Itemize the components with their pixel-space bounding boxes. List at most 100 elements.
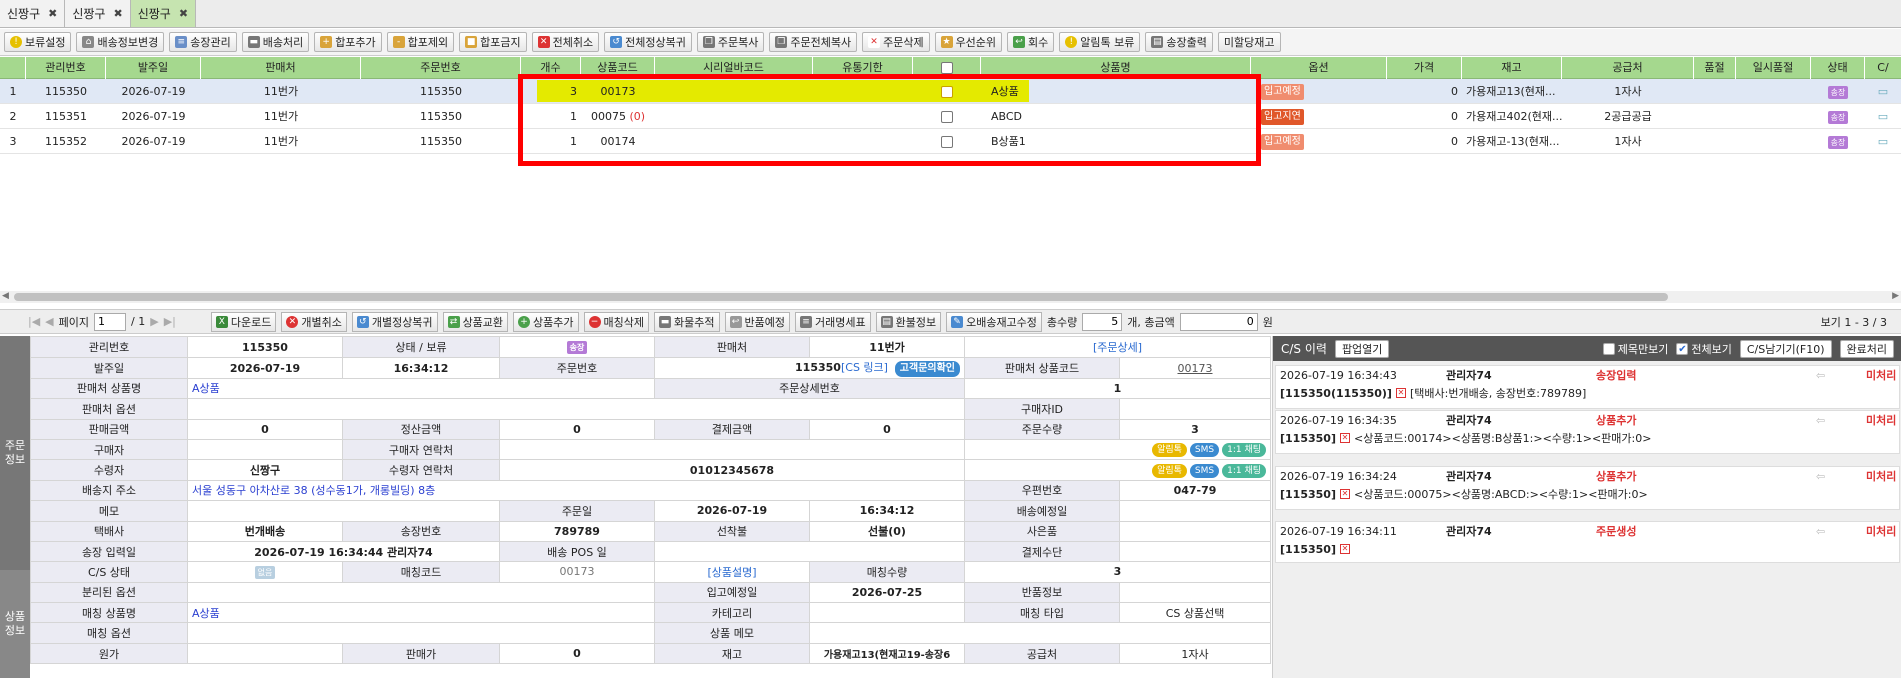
- pin-icon[interactable]: ⇦: [1816, 470, 1825, 483]
- col-header-stock[interactable]: 재고: [1462, 57, 1562, 79]
- order-detail-link[interactable]: [주문상세]: [963, 335, 1272, 359]
- cs-history-item[interactable]: 2026-07-19 16:34:43 관리자74 송장입력 ⇦ 미처리 [115350…: [1275, 365, 1900, 409]
- close-icon[interactable]: ✖: [48, 7, 57, 20]
- col-header-shop[interactable]: 판매처: [201, 57, 361, 79]
- scroll-right-icon[interactable]: ▶: [1892, 291, 1899, 301]
- col-header-temp-soldout[interactable]: 일시품절: [1736, 57, 1811, 79]
- shop-code-link[interactable]: 00173: [1118, 357, 1272, 379]
- last-page-icon[interactable]: ▶|: [164, 315, 176, 328]
- unassigned-stock-button[interactable]: 미할당재고: [1217, 32, 1281, 52]
- cs-history-item[interactable]: 2026-07-19 16:34:11 관리자74 주문생성 ⇦ 미처리 [115350…: [1275, 521, 1900, 563]
- match-delete-button[interactable]: − 매칭삭제: [583, 311, 650, 332]
- chat-button[interactable]: 1:1 채팅: [1222, 443, 1267, 458]
- pin-icon[interactable]: ⇦: [1816, 525, 1825, 538]
- bundle-remove-button[interactable]: - 합포제외: [386, 32, 455, 52]
- total-qty-field[interactable]: [1082, 312, 1123, 331]
- restore-all-button[interactable]: ↺ 전체정상복귀: [604, 32, 692, 52]
- alimtalk-button[interactable]: 알림톡: [1152, 443, 1187, 458]
- label: 발주일: [30, 357, 188, 379]
- pin-icon[interactable]: ⇦: [1816, 414, 1825, 427]
- cs-leave-button[interactable]: C/S남기기(F10): [1739, 339, 1832, 358]
- subject-only-toggle[interactable]: 제목만보기: [1602, 341, 1668, 357]
- cs-icon[interactable]: ▭: [1865, 104, 1901, 129]
- delivery-process-button[interactable]: ▬ 배송처리: [241, 32, 310, 52]
- view-all-checkbox[interactable]: ✔: [1676, 342, 1689, 355]
- close-icon[interactable]: ✖: [113, 7, 122, 20]
- pin-icon[interactable]: ⇦: [1816, 369, 1825, 382]
- bundle-block-button[interactable]: ■ 합포금지: [459, 32, 527, 52]
- order-copy-all-button[interactable]: ❐ 주문전체복사: [769, 32, 858, 52]
- done-button[interactable]: 완료처리: [1839, 339, 1894, 358]
- customer-inquiry-button[interactable]: 고객문의확인: [894, 361, 960, 378]
- hold-setting-button[interactable]: ! 보류설정: [4, 32, 72, 52]
- delivery-info-change-button[interactable]: ⌂ 배송정보변경: [76, 32, 165, 52]
- download-button[interactable]: X 다운로드: [210, 311, 277, 332]
- delete-icon[interactable]: ✕: [1339, 433, 1350, 443]
- cs-icon[interactable]: ▭: [1865, 129, 1901, 154]
- sms-button[interactable]: SMS: [1189, 443, 1220, 458]
- col-header-status[interactable]: 상태: [1811, 57, 1865, 79]
- label: 정산금액: [342, 418, 500, 440]
- invoice-manage-button[interactable]: ≡ 송장관리: [169, 32, 237, 52]
- cs-history-item[interactable]: 2026-07-19 16:34:35 관리자74 상품추가 ⇦ 미처리 [115350…: [1275, 410, 1900, 454]
- individual-restore-button[interactable]: ↺ 개별정상복귀: [351, 311, 438, 332]
- bundle-add-button[interactable]: + 합포추가: [314, 32, 382, 52]
- cs-history-item[interactable]: 2026-07-19 16:34:24 관리자74 상품추가 ⇦ 미처리 [115350…: [1275, 466, 1900, 510]
- chat-button[interactable]: 1:1 채팅: [1222, 463, 1267, 478]
- view-all-toggle[interactable]: ✔ 전체보기: [1676, 341, 1732, 357]
- page-input[interactable]: [94, 312, 127, 331]
- alimtalk-button[interactable]: 알림톡: [1152, 463, 1187, 478]
- select-all-checkbox[interactable]: [940, 62, 953, 74]
- cs-icon[interactable]: ▭: [1865, 79, 1901, 104]
- product-exchange-button[interactable]: ⇄ 상품교환: [442, 311, 509, 332]
- product-add-button[interactable]: + 상품추가: [513, 311, 579, 332]
- return-plan-button[interactable]: ↩ 반품예정: [724, 311, 790, 332]
- delete-icon[interactable]: ✕: [1339, 544, 1350, 554]
- prev-page-icon[interactable]: ◀: [45, 315, 53, 328]
- freight-track-button[interactable]: ▬ 화물추적: [654, 311, 720, 332]
- order-copy-button[interactable]: ❐ 주문복사: [696, 32, 765, 52]
- col-header-order[interactable]: 주문번호: [361, 57, 521, 79]
- next-page-icon[interactable]: ▶: [150, 315, 158, 328]
- subject-only-checkbox[interactable]: [1602, 342, 1615, 355]
- order-delete-button[interactable]: ✕ 주문삭제: [862, 32, 930, 52]
- col-header-option[interactable]: 옵션: [1251, 57, 1387, 79]
- invoice-print-button[interactable]: ▤ 송장출력: [1145, 32, 1213, 52]
- statement-button[interactable]: ≡ 거래명세표: [794, 311, 871, 332]
- tab-3-active[interactable]: 신짱구 ✖: [130, 0, 197, 27]
- col-header-price[interactable]: 가격: [1387, 57, 1462, 79]
- cell-order: 115350: [420, 85, 462, 98]
- retrieve-button[interactable]: ↩ 회수: [1007, 32, 1055, 52]
- col-header-mgmt[interactable]: 관리번호: [26, 57, 106, 79]
- delete-icon[interactable]: ✕: [1339, 489, 1350, 499]
- horizontal-scrollbar[interactable]: ◀ ▶: [0, 291, 1901, 303]
- scroll-thumb[interactable]: [14, 293, 1668, 301]
- first-page-icon[interactable]: |◀: [28, 315, 40, 328]
- settle-amount: 0: [499, 418, 655, 440]
- pager-bar: |◀ ◀ 페이지 / 1 ▶ ▶| X다운로드 ✕개별취소 ↺개별정상복귀 ⇄상…: [0, 309, 1901, 334]
- refund-info-button[interactable]: ▤ 환불정보: [875, 311, 942, 332]
- alimtalk-hold-button[interactable]: ! 알림톡 보류: [1059, 32, 1141, 52]
- col-header-date[interactable]: 발주일: [106, 57, 201, 79]
- priority-button[interactable]: ★ 우선순위: [934, 32, 1003, 52]
- misdelivery-stock-button[interactable]: ✎ 오배송재고수정: [946, 311, 1042, 332]
- delete-icon[interactable]: ✕: [1395, 388, 1406, 398]
- close-icon[interactable]: ✖: [179, 7, 188, 20]
- label: 관리번호: [30, 335, 188, 359]
- popup-open-button[interactable]: 팝업열기: [1334, 339, 1390, 358]
- product-desc-link[interactable]: [상품설명]: [654, 561, 810, 583]
- cancel-all-button[interactable]: ✕ 전체취소: [531, 32, 600, 52]
- total-amount-field[interactable]: [1179, 312, 1258, 331]
- cs-link[interactable]: [CS 링크]: [841, 361, 888, 374]
- label: 상품 메모: [654, 622, 810, 644]
- individual-cancel-button[interactable]: ✕ 개별취소: [281, 311, 347, 332]
- pay-method-value: [1118, 540, 1272, 563]
- col-header-cs[interactable]: C/: [1865, 57, 1901, 79]
- tab-1[interactable]: 신짱구 ✖: [0, 0, 66, 27]
- scroll-left-icon[interactable]: ◀: [2, 291, 9, 301]
- label: 재고: [654, 642, 810, 665]
- tab-2[interactable]: 신짱구 ✖: [65, 0, 131, 27]
- sms-button[interactable]: SMS: [1189, 463, 1220, 478]
- col-header-soldout[interactable]: 품절: [1694, 57, 1736, 79]
- col-header-supplier[interactable]: 공급처: [1562, 57, 1694, 79]
